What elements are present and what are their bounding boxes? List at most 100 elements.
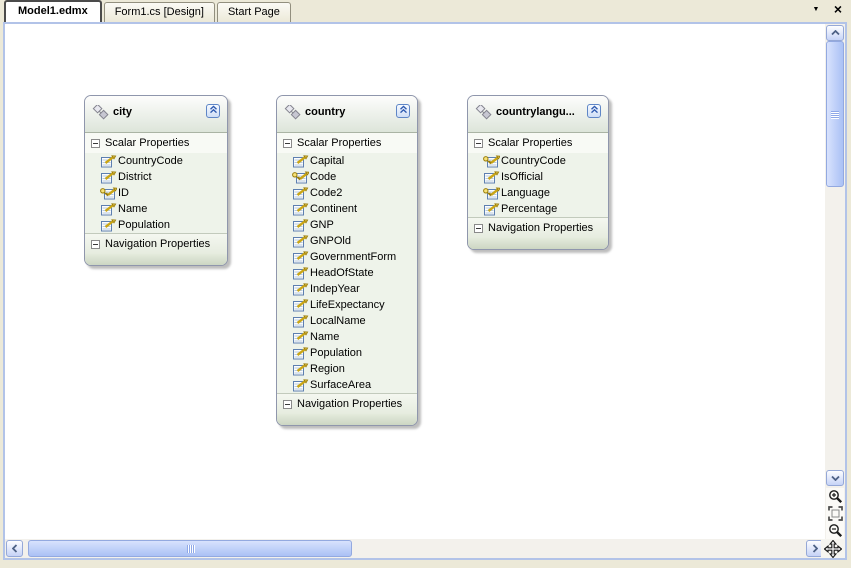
property-row-region[interactable]: Region <box>277 361 417 377</box>
property-name: LifeExpectancy <box>310 299 385 311</box>
property-row-localname[interactable]: LocalName <box>277 313 417 329</box>
property-name: Name <box>310 331 339 343</box>
zoom-out-button[interactable] <box>826 522 844 539</box>
collapse-minus-icon[interactable] <box>283 400 292 409</box>
property-row-percentage[interactable]: Percentage <box>468 201 608 217</box>
tab-model1-edmx[interactable]: Model1.edmx <box>4 0 102 22</box>
property-name: SurfaceArea <box>310 379 371 391</box>
chevron-left-icon <box>12 544 18 553</box>
scalar-property-icon <box>292 235 309 248</box>
property-row-name[interactable]: Name <box>85 201 227 217</box>
property-row-capital[interactable]: Capital <box>277 153 417 169</box>
vertical-scrollbar-thumb[interactable] <box>826 41 844 187</box>
vertical-scrollbar[interactable] <box>825 24 845 541</box>
collapse-entity-button[interactable] <box>206 104 220 118</box>
property-row-id[interactable]: ID <box>85 185 227 201</box>
property-name: Continent <box>310 203 357 215</box>
entity-countrylanguage[interactable]: countrylangu... Scalar Properties Countr… <box>467 95 609 250</box>
entity-header[interactable]: city <box>85 96 227 133</box>
navigation-properties-section-header[interactable]: Navigation Properties <box>468 217 608 238</box>
property-row-population[interactable]: Population <box>277 345 417 361</box>
scalar-property-icon <box>292 155 309 168</box>
edmx-diagram-canvas[interactable]: city Scalar Properties CountryCode Distr… <box>5 24 825 541</box>
entity-header[interactable]: countrylangu... <box>468 96 608 133</box>
designer-document-frame: city Scalar Properties CountryCode Distr… <box>3 22 847 560</box>
entity-type-icon <box>92 105 110 124</box>
property-row-countrycode[interactable]: CountryCode <box>468 153 608 169</box>
property-name: Code2 <box>310 187 342 199</box>
scalar-properties-section-header[interactable]: Scalar Properties <box>468 133 608 153</box>
scalar-property-icon <box>483 203 500 216</box>
property-name: GNPOld <box>310 235 351 247</box>
thumb-grip <box>831 111 839 118</box>
property-row-name[interactable]: Name <box>277 329 417 345</box>
property-row-continent[interactable]: Continent <box>277 201 417 217</box>
property-name: CountryCode <box>501 155 566 167</box>
horizontal-scrollbar[interactable] <box>5 539 825 558</box>
zoom-in-icon <box>828 489 843 504</box>
entity-title: city <box>113 106 132 118</box>
property-row-countrycode[interactable]: CountryCode <box>85 153 227 169</box>
scroll-up-button[interactable] <box>826 25 844 41</box>
property-name: GovernmentForm <box>310 251 396 263</box>
property-name: HeadOfState <box>310 267 374 279</box>
tab-form1-cs-design[interactable]: Form1.cs [Design] <box>104 2 215 22</box>
entity-title: country <box>305 106 345 118</box>
property-row-lifeexpectancy[interactable]: LifeExpectancy <box>277 297 417 313</box>
zoom-to-fit-button[interactable] <box>826 505 844 522</box>
entity-country[interactable]: country Scalar Properties Capital Code C… <box>276 95 418 426</box>
pan-button[interactable] <box>821 539 845 558</box>
property-row-gnpold[interactable]: GNPOld <box>277 233 417 249</box>
entity-header[interactable]: country <box>277 96 417 133</box>
chevron-right-icon <box>812 544 818 553</box>
property-row-governmentform[interactable]: GovernmentForm <box>277 249 417 265</box>
property-row-code2[interactable]: Code2 <box>277 185 417 201</box>
pan-icon <box>824 540 842 558</box>
entity-footer <box>85 254 227 265</box>
property-row-indepyear[interactable]: IndepYear <box>277 281 417 297</box>
property-row-isofficial[interactable]: IsOfficial <box>468 169 608 185</box>
collapse-minus-icon[interactable] <box>283 139 292 148</box>
tab-list-dropdown-icon[interactable]: ▼ <box>809 3 823 15</box>
entity-type-icon <box>475 105 493 124</box>
property-row-population[interactable]: Population <box>85 217 227 233</box>
scalar-property-icon <box>292 283 309 296</box>
double-chevron-up-icon <box>209 105 218 117</box>
entity-title: countrylangu... <box>496 106 575 118</box>
close-document-icon[interactable]: × <box>831 3 845 15</box>
property-row-gnp[interactable]: GNP <box>277 217 417 233</box>
property-name: Capital <box>310 155 344 167</box>
property-name: Population <box>118 219 170 231</box>
collapse-minus-icon[interactable] <box>474 224 483 233</box>
navigation-properties-section-header[interactable]: Navigation Properties <box>277 393 417 414</box>
entity-city[interactable]: city Scalar Properties CountryCode Distr… <box>84 95 228 266</box>
collapse-minus-icon[interactable] <box>91 240 100 249</box>
collapse-entity-button[interactable] <box>396 104 410 118</box>
scalar-property-icon <box>100 155 117 168</box>
tab-start-page[interactable]: Start Page <box>217 2 291 22</box>
document-tab-bar: Model1.edmx Form1.cs [Design] Start Page… <box>0 0 851 22</box>
property-row-language[interactable]: Language <box>468 185 608 201</box>
property-row-district[interactable]: District <box>85 169 227 185</box>
scalar-properties-section-header[interactable]: Scalar Properties <box>277 133 417 153</box>
thumb-grip <box>187 545 194 553</box>
key-property-icon <box>483 155 500 168</box>
zoom-to-fit-icon <box>828 506 843 521</box>
zoom-in-button[interactable] <box>826 488 844 505</box>
collapse-minus-icon[interactable] <box>91 139 100 148</box>
property-name: IsOfficial <box>501 171 543 183</box>
scroll-left-button[interactable] <box>6 540 23 557</box>
scroll-down-button[interactable] <box>826 470 844 486</box>
property-row-headofstate[interactable]: HeadOfState <box>277 265 417 281</box>
collapse-entity-button[interactable] <box>587 104 601 118</box>
property-row-code[interactable]: Code <box>277 169 417 185</box>
property-row-surfacearea[interactable]: SurfaceArea <box>277 377 417 393</box>
double-chevron-up-icon <box>590 105 599 117</box>
scalar-properties-section-header[interactable]: Scalar Properties <box>85 133 227 153</box>
horizontal-scrollbar-thumb[interactable] <box>28 540 352 557</box>
collapse-minus-icon[interactable] <box>474 139 483 148</box>
property-name: Language <box>501 187 550 199</box>
navigation-properties-section-header[interactable]: Navigation Properties <box>85 233 227 254</box>
section-label: Scalar Properties <box>297 137 381 149</box>
scalar-property-icon <box>292 187 309 200</box>
